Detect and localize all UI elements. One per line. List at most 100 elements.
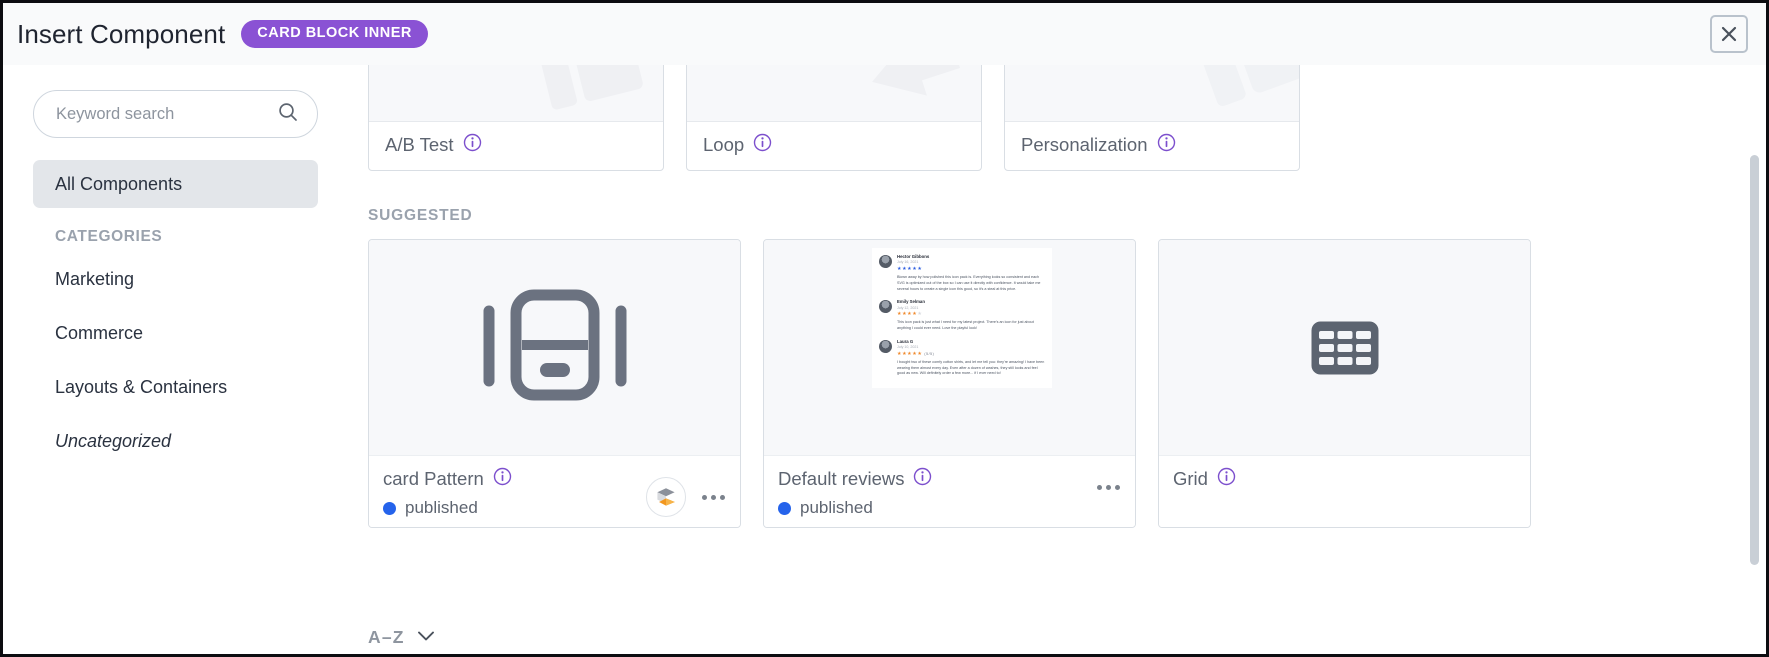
review-text: Blown away by how polished this icon pac… <box>897 275 1041 291</box>
status-row: published <box>778 498 1095 518</box>
rating-stars-icon: ★★★★★ <box>897 266 923 273</box>
avatar <box>879 339 892 353</box>
review-date: July 16, 2021 <box>897 260 919 265</box>
sort-label: A–Z <box>368 627 405 647</box>
info-icon[interactable] <box>1217 467 1236 491</box>
review-author: Laura G <box>897 338 914 344</box>
adobe-cube-icon[interactable] <box>646 477 686 517</box>
review-date: July 12, 2021 <box>897 305 919 310</box>
sidebar-item-uncategorized[interactable]: Uncategorized <box>33 420 318 462</box>
info-icon[interactable] <box>493 467 512 491</box>
dot <box>719 494 725 500</box>
avatar <box>879 255 892 268</box>
reviews-preview: Hector Gibbons July 16, 2021 ★★★★★ Blown… <box>872 248 1052 388</box>
dot <box>701 494 707 500</box>
sidebar-item-label: Commerce <box>55 322 144 343</box>
sidebar-item-marketing[interactable]: Marketing <box>33 258 318 300</box>
component-card-ab-test[interactable]: A/B Test <box>368 65 664 171</box>
component-thumbnail <box>1159 240 1530 455</box>
review-body: Laura G July 10, 2021 ★★★★★ (5/5) I boug… <box>897 339 1045 377</box>
review-author: Emily Selman <box>897 299 925 305</box>
component-card-footer: card Pattern published <box>369 455 740 527</box>
sidebar-item-all-components[interactable]: All Components <box>33 160 318 208</box>
component-title-row: Grid <box>1173 467 1516 491</box>
component-card-meta: Grid <box>1173 467 1516 491</box>
card-pattern-icon <box>482 289 628 406</box>
component-title-row: Default reviews <box>778 467 1095 491</box>
review-item: Laura G July 10, 2021 ★★★★★ (5/5) I boug… <box>879 339 1045 377</box>
component-card-grid[interactable]: Grid <box>1158 239 1531 528</box>
search-input[interactable] <box>56 104 277 124</box>
status-badge: CARD BLOCK INNER <box>241 20 428 48</box>
info-icon[interactable] <box>1157 133 1176 157</box>
sidebar-item-label: Marketing <box>55 268 135 289</box>
dot <box>1114 484 1120 490</box>
review-text: I bought two of these comfy cotton shirt… <box>897 359 1045 376</box>
component-card-personalization[interactable]: Personalization <box>1004 65 1300 171</box>
grid-table-icon <box>1310 320 1380 376</box>
review-text: This icon pack is just what I need for m… <box>897 320 1034 330</box>
component-card-meta: card Pattern published <box>383 467 646 518</box>
dialog-body: All Components CATEGORIES Marketing Comm… <box>3 65 1766 654</box>
component-card-card-pattern[interactable]: card Pattern published <box>368 239 741 528</box>
more-options-icon[interactable] <box>1095 477 1121 497</box>
dot <box>1105 484 1111 490</box>
component-row-top: A/B Test Loop Personalization <box>348 65 1748 171</box>
sidebar-categories-label: CATEGORIES <box>55 228 163 245</box>
review-date: July 10, 2021 <box>897 345 919 350</box>
dot <box>1096 484 1102 490</box>
ab-test-watermark-icon <box>536 65 643 110</box>
component-card-actions <box>646 467 726 517</box>
info-icon[interactable] <box>463 133 482 157</box>
chevron-down-icon[interactable] <box>417 629 435 647</box>
info-icon[interactable] <box>753 133 772 157</box>
component-card-footer: Default reviews published <box>764 455 1135 527</box>
search-field[interactable] <box>33 90 318 138</box>
component-card-actions <box>1095 467 1121 497</box>
loop-watermark-icon <box>872 65 961 96</box>
component-row-suggested: card Pattern published Hector Gibbons Ju… <box>348 239 1748 528</box>
sort-control[interactable]: A–Z <box>368 627 435 648</box>
component-title: A/B Test <box>385 134 454 155</box>
sidebar-item-layouts-containers[interactable]: Layouts & Containers <box>33 366 318 408</box>
personalization-watermark-icon <box>1194 65 1299 107</box>
info-icon[interactable] <box>913 467 932 491</box>
component-title-row: card Pattern <box>383 467 646 491</box>
status-label: published <box>405 498 478 517</box>
component-thumbnail <box>369 65 663 122</box>
component-card-footer: Personalization <box>1005 122 1299 170</box>
sidebar-item-label: All Components <box>55 173 183 194</box>
component-list-panel: A/B Test Loop Personalization SUGGESTED … <box>348 65 1766 654</box>
rating-ratio: (5/5) <box>924 351 935 356</box>
review-item: Emily Selman July 12, 2021 ★★★★★ This ic… <box>879 299 1045 332</box>
more-options-icon[interactable] <box>700 487 726 507</box>
component-card-loop[interactable]: Loop <box>686 65 982 171</box>
section-title-suggested: SUGGESTED <box>368 207 473 224</box>
component-title: Default reviews <box>778 468 905 489</box>
component-title: Personalization <box>1021 134 1148 155</box>
scrollbar-thumb[interactable] <box>1750 155 1759 565</box>
component-thumbnail: Hector Gibbons July 16, 2021 ★★★★★ Blown… <box>764 240 1135 455</box>
component-card-default-reviews[interactable]: Hector Gibbons July 16, 2021 ★★★★★ Blown… <box>763 239 1136 528</box>
status-label: published <box>800 498 873 517</box>
close-button[interactable] <box>1710 15 1748 53</box>
review-author: Hector Gibbons <box>897 254 930 259</box>
component-title: card Pattern <box>383 468 484 489</box>
search-icon[interactable] <box>277 101 299 128</box>
sidebar-item-commerce[interactable]: Commerce <box>33 312 318 354</box>
status-dot-icon <box>383 501 396 515</box>
sidebar: All Components CATEGORIES Marketing Comm… <box>3 65 348 654</box>
rating-stars-icon: ★★★★★ (5/5) <box>897 350 935 357</box>
sidebar-item-label: Uncategorized <box>55 430 172 451</box>
page-title: Insert Component <box>17 18 226 49</box>
component-card-footer: Grid <box>1159 455 1530 527</box>
component-card-footer: A/B Test <box>369 122 663 170</box>
dot <box>710 494 716 500</box>
dialog-header: Insert Component CARD BLOCK INNER <box>3 3 1766 65</box>
component-thumbnail <box>1005 65 1299 122</box>
review-body: Hector Gibbons July 16, 2021 ★★★★★ Blown… <box>897 254 1045 292</box>
review-item: Hector Gibbons July 16, 2021 ★★★★★ Blown… <box>879 254 1045 292</box>
status-row: published <box>383 498 646 518</box>
review-body: Emily Selman July 12, 2021 ★★★★★ This ic… <box>897 299 1045 332</box>
component-thumbnail <box>687 65 981 122</box>
